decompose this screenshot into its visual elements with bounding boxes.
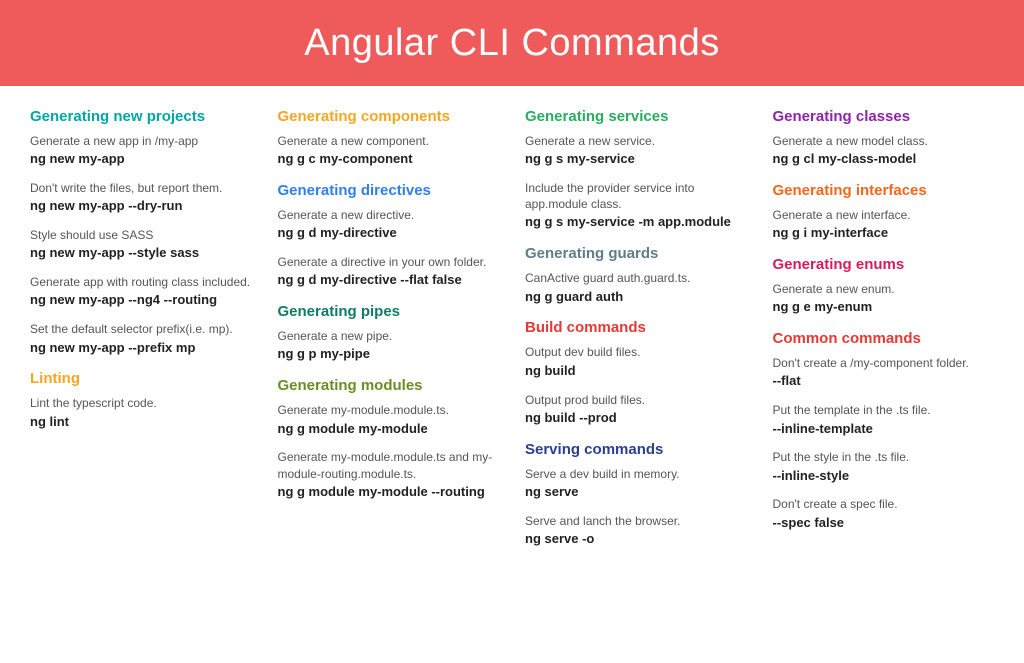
command-description: Output prod build files.	[525, 392, 747, 408]
command-description: Set the default selector prefix(i.e. mp)…	[30, 321, 252, 337]
section-title: Generating interfaces	[773, 182, 995, 199]
command-text: ng g p my-pipe	[278, 346, 500, 363]
command-text: ng g d my-directive --flat false	[278, 272, 500, 289]
command-description: Put the style in the .ts file.	[773, 449, 995, 465]
column-3: Generating services Generate a new servic…	[525, 108, 747, 560]
command-block: Set the default selector prefix(i.e. mp)…	[30, 321, 252, 356]
column-4: Generating classes Generate a new model c…	[773, 108, 995, 560]
section-title: Generating classes	[773, 108, 995, 125]
command-text: ng g i my-interface	[773, 225, 995, 242]
section-title: Generating enums	[773, 256, 995, 273]
command-description: Generate a new service.	[525, 133, 747, 149]
command-block: Output prod build files. ng build --prod	[525, 392, 747, 427]
command-block: Serve a dev build in memory. ng serve	[525, 466, 747, 501]
section-title: Linting	[30, 370, 252, 387]
command-block: Generate my-module.module.ts. ng g module…	[278, 402, 500, 437]
command-text: ng serve -o	[525, 531, 747, 548]
command-block: CanActive guard auth.guard.ts. ng g guard…	[525, 270, 747, 305]
command-block: Don't write the files, but report them. n…	[30, 180, 252, 215]
command-description: Don't write the files, but report them.	[30, 180, 252, 196]
command-block: Generate a new directive. ng g d my-direc…	[278, 207, 500, 242]
command-text: ng build	[525, 363, 747, 380]
command-text: ng g d my-directive	[278, 225, 500, 242]
command-description: Serve a dev build in memory.	[525, 466, 747, 482]
command-block: Generate a directive in your own folder.…	[278, 254, 500, 289]
command-block: Generate a new app in /my-app ng new my-a…	[30, 133, 252, 168]
command-description: CanActive guard auth.guard.ts.	[525, 270, 747, 286]
command-description: Generate a new component.	[278, 133, 500, 149]
command-block: Lint the typescript code. ng lint	[30, 395, 252, 430]
section-title: Generating components	[278, 108, 500, 125]
command-text: ng g e my-enum	[773, 299, 995, 316]
command-description: Serve and lanch the browser.	[525, 513, 747, 529]
content-grid: Generating new projects Generate a new ap…	[0, 86, 1024, 570]
command-description: Generate a new interface.	[773, 207, 995, 223]
command-block: Generate a new component. ng g c my-compo…	[278, 133, 500, 168]
command-text: --inline-style	[773, 468, 995, 485]
command-block: Style should use SASS ng new my-app --sty…	[30, 227, 252, 262]
page-title: Angular CLI Commands	[304, 22, 720, 65]
command-description: Generate a new pipe.	[278, 328, 500, 344]
section-title: Serving commands	[525, 441, 747, 458]
command-text: ng new my-app --prefix mp	[30, 340, 252, 357]
command-description: Generate my-module.module.ts.	[278, 402, 500, 418]
command-text: ng lint	[30, 414, 252, 431]
command-text: ng new my-app --style sass	[30, 245, 252, 262]
command-block: Don't create a /my-component folder. --fl…	[773, 355, 995, 390]
command-block: Generate app with routing class included…	[30, 274, 252, 309]
section-title: Generating guards	[525, 245, 747, 262]
command-text: ng serve	[525, 484, 747, 501]
command-text: ng g c my-component	[278, 151, 500, 168]
command-block: Include the provider service into app.mo…	[525, 180, 747, 231]
command-description: Generate app with routing class included…	[30, 274, 252, 290]
command-description: Don't create a spec file.	[773, 496, 995, 512]
command-text: ng g s my-service	[525, 151, 747, 168]
command-block: Output dev build files. ng build	[525, 344, 747, 379]
command-description: Output dev build files.	[525, 344, 747, 360]
command-text: ng new my-app	[30, 151, 252, 168]
command-description: Style should use SASS	[30, 227, 252, 243]
command-block: Generate a new enum. ng g e my-enum	[773, 281, 995, 316]
command-text: ng new my-app --dry-run	[30, 198, 252, 215]
column-2: Generating components Generate a new comp…	[278, 108, 500, 560]
command-block: Generate a new pipe. ng g p my-pipe	[278, 328, 500, 363]
command-text: --flat	[773, 373, 995, 390]
command-description: Generate a directive in your own folder.	[278, 254, 500, 270]
command-text: ng g s my-service -m app.module	[525, 214, 747, 231]
command-block: Don't create a spec file. --spec false	[773, 496, 995, 531]
section-title: Common commands	[773, 330, 995, 347]
command-description: Generate a new directive.	[278, 207, 500, 223]
command-block: Put the template in the .ts file. --inlin…	[773, 402, 995, 437]
command-text: --spec false	[773, 515, 995, 532]
command-block: Put the style in the .ts file. --inline-s…	[773, 449, 995, 484]
header-banner: Angular CLI Commands	[0, 0, 1024, 86]
section-title: Build commands	[525, 319, 747, 336]
command-text: ng g guard auth	[525, 289, 747, 306]
command-block: Generate a new model class. ng g cl my-cl…	[773, 133, 995, 168]
command-text: --inline-template	[773, 421, 995, 438]
command-description: Put the template in the .ts file.	[773, 402, 995, 418]
command-text: ng g module my-module --routing	[278, 484, 500, 501]
command-block: Generate a new service. ng g s my-service	[525, 133, 747, 168]
section-title: Generating pipes	[278, 303, 500, 320]
command-description: Generate a new app in /my-app	[30, 133, 252, 149]
section-title: Generating new projects	[30, 108, 252, 125]
section-title: Generating services	[525, 108, 747, 125]
command-text: ng build --prod	[525, 410, 747, 427]
command-block: Generate a new interface. ng g i my-inter…	[773, 207, 995, 242]
section-title: Generating directives	[278, 182, 500, 199]
command-block: Generate my-module.module.ts and my-modu…	[278, 449, 500, 500]
command-text: ng g cl my-class-model	[773, 151, 995, 168]
column-1: Generating new projects Generate a new ap…	[30, 108, 252, 560]
command-block: Serve and lanch the browser. ng serve -o	[525, 513, 747, 548]
command-description: Include the provider service into app.mo…	[525, 180, 747, 212]
command-description: Generate a new model class.	[773, 133, 995, 149]
section-title: Generating modules	[278, 377, 500, 394]
command-text: ng new my-app --ng4 --routing	[30, 292, 252, 309]
command-description: Don't create a /my-component folder.	[773, 355, 995, 371]
command-text: ng g module my-module	[278, 421, 500, 438]
command-description: Lint the typescript code.	[30, 395, 252, 411]
command-description: Generate a new enum.	[773, 281, 995, 297]
command-description: Generate my-module.module.ts and my-modu…	[278, 449, 500, 481]
